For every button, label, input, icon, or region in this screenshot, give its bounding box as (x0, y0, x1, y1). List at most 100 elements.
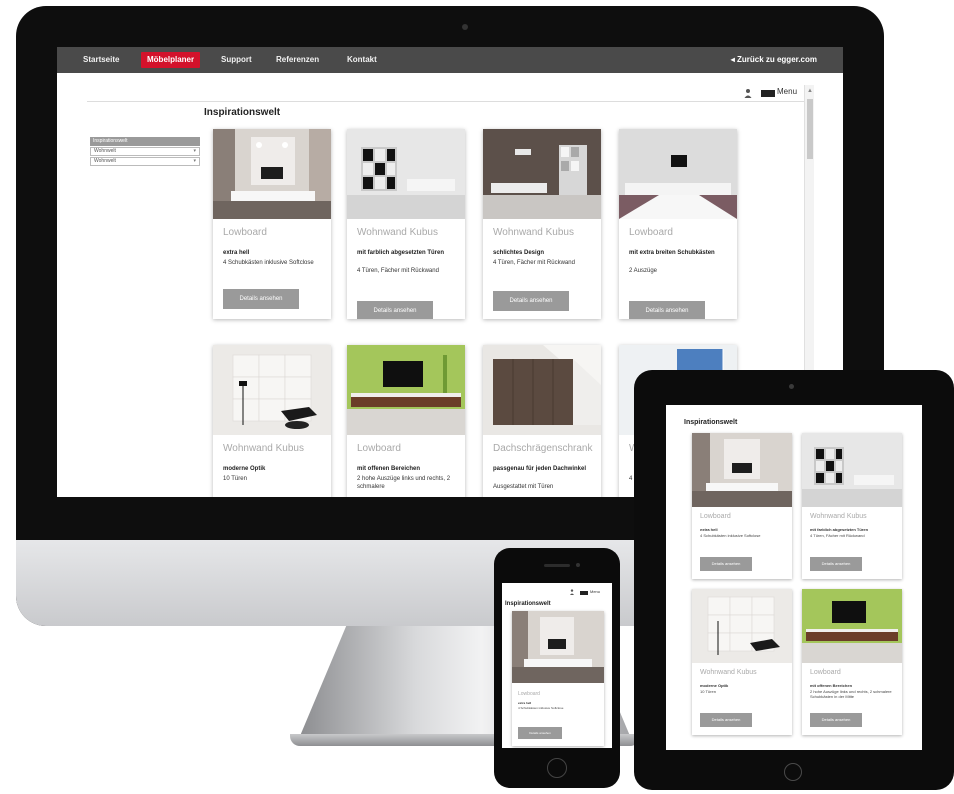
menu-label[interactable]: Menu (590, 589, 600, 594)
filter-select-2-value: Wohnwelt (94, 158, 116, 164)
card-title: Wohnwand Kubus (810, 513, 867, 520)
nav-item-startseite[interactable]: Startseite (77, 47, 125, 73)
card-subtitle: mit farblich abgesetzten Türen (357, 250, 445, 256)
card-title: Lowboard (700, 513, 731, 520)
phone-product-card[interactable]: Lowboard extra hell 4 Schubkästen inklus… (512, 611, 604, 746)
header-divider (87, 101, 813, 102)
phone-camera (576, 563, 580, 567)
card-subtitle: mit extra breiten Schubkästen (629, 250, 715, 256)
nav-item-kontakt[interactable]: Kontakt (341, 47, 383, 73)
device-showcase: Startseite Möbelplaner Support Referenze… (0, 0, 954, 794)
card-subtitle: passgenau für jeden Dachwinkel (493, 466, 587, 472)
card-subtitle: moderne Optik (700, 683, 729, 688)
card-title: Lowboard (223, 227, 267, 238)
card-description: 4 Schubkästen inklusive Softclose (223, 260, 314, 266)
card-description: 2 hohe Auszüge links und rechts, 2 schma… (810, 689, 892, 699)
nav-item-support[interactable]: Support (215, 47, 258, 73)
card-subtitle: extra hell (223, 250, 250, 256)
filter-select-1-value: Wohnwelt (94, 148, 116, 154)
details-button[interactable]: Details ansehen (810, 713, 862, 727)
details-button[interactable]: Details ansehen (629, 301, 705, 319)
menu-label[interactable]: Menu (777, 87, 797, 96)
nav-item-referenzen[interactable]: Referenzen (270, 47, 325, 73)
menu-icon[interactable] (761, 90, 775, 97)
card-image-lowboard-wide (619, 129, 737, 219)
card-description: 2 hohe Auszüge links und rechts, 2 schma… (357, 476, 451, 490)
card-description: 2 Auszüge (629, 268, 658, 274)
card-subtitle: extra hell (700, 527, 718, 532)
tablet-card-image-kubus-white (692, 589, 792, 663)
details-button[interactable]: Details ansehen (223, 289, 299, 309)
tablet-product-card[interactable]: Wohnwand Kubus moderne Optik 10 Türen De… (692, 589, 792, 735)
card-image-lowboard-green (347, 345, 465, 435)
scroll-up-icon[interactable]: ▲ (807, 87, 813, 95)
card-title: Lowboard (810, 669, 841, 676)
tablet-page-title: Inspirationswelt (684, 419, 738, 426)
tablet-card-image-lowboard-white (692, 433, 792, 507)
card-description: 4 Türen, Fächer mit Rückwand (810, 533, 865, 538)
tablet-screen: Inspirationswelt Lowboard extra hell 4 S… (666, 405, 922, 750)
filter-select-1[interactable]: Wohnwelt ▾ (90, 147, 200, 156)
user-icon[interactable] (744, 88, 752, 98)
tablet-camera (789, 384, 794, 389)
imac-camera (462, 24, 468, 30)
product-card[interactable]: Lowboard mit extra breiten Schubkästen 2… (619, 129, 737, 319)
product-card[interactable]: Dachschrägenschrank passgenau für jeden … (483, 345, 601, 497)
main-navbar: Startseite Möbelplaner Support Referenze… (57, 47, 843, 73)
product-card[interactable]: Wohnwand Kubus moderne Optik 10 Türen (213, 345, 331, 497)
card-description: 4 Schubkästen inklusive Softclose (518, 706, 564, 710)
card-subtitle: extra hell (518, 701, 532, 705)
tablet-product-card[interactable]: Lowboard extra hell 4 Schubkästen inklus… (692, 433, 792, 579)
tablet-product-card[interactable]: Wohnwand Kubus mit farblich abgesetzten … (802, 433, 902, 579)
card-description: Ausgestattet mit Türen (493, 484, 554, 490)
filter-select-2[interactable]: Wohnwelt ▾ (90, 157, 200, 166)
tablet-home-button[interactable] (784, 763, 802, 781)
details-button[interactable]: Details ansehen (810, 557, 862, 571)
filter-header: Inspirationswelt (90, 137, 200, 146)
card-title: Wohnwand Kubus (493, 227, 574, 238)
card-description: 10 Türen (700, 689, 716, 694)
card-subtitle: mit offenen Bereichen (810, 683, 853, 688)
product-card[interactable]: Wohnwand Kubus schlichtes Design 4 Türen… (483, 129, 601, 319)
details-button[interactable]: Details ansehen (518, 727, 562, 739)
card-description: 4 Türen, Fächer mit Rückwand (493, 260, 575, 266)
chevron-down-icon: ▾ (193, 148, 196, 154)
phone-home-button[interactable] (547, 758, 567, 778)
card-subtitle: mit offenen Bereichen (357, 466, 421, 472)
card-title: Lowboard (357, 443, 401, 454)
back-link-label: Zurück zu egger.com (736, 55, 817, 64)
phone-page-title: Inspirationswelt (505, 601, 551, 607)
card-title: Wohnwand Kubus (223, 443, 304, 454)
tablet-card-image-lowboard-green (802, 589, 902, 663)
product-card[interactable]: Lowboard extra hell 4 Schubkästen inklus… (213, 129, 331, 319)
card-title: Dachschrägenschrank (493, 443, 593, 454)
details-button[interactable]: Details ansehen (493, 291, 569, 311)
card-title: Wohnwand Kubus (700, 669, 757, 676)
phone-card-image-lowboard-white (512, 611, 604, 683)
card-description: 4 Türen, Fächer mit Rückwand (357, 268, 439, 274)
tablet-product-card[interactable]: Lowboard mit offenen Bereichen 2 hohe Au… (802, 589, 902, 735)
card-subtitle: mit farblich abgesetzten Türen (810, 527, 869, 532)
card-subtitle: schlichtes Design (493, 250, 545, 256)
nav-item-moebelplaner[interactable]: Möbelplaner (141, 52, 201, 68)
card-title: Wohnwand Kubus (357, 227, 438, 238)
card-description: 4 Schubkästen inklusive Softclose (700, 533, 761, 538)
card-title: Lowboard (629, 227, 673, 238)
card-image-kubus-dark-wall (483, 129, 601, 219)
scroll-thumb[interactable] (807, 99, 813, 159)
back-link[interactable]: ◂ Zurück zu egger.com (731, 47, 817, 73)
details-button[interactable]: Details ansehen (357, 301, 433, 319)
user-icon[interactable] (570, 589, 574, 595)
details-button[interactable]: Details ansehen (700, 557, 752, 571)
card-title: Lowboard (518, 691, 540, 697)
card-image-lowboard-white (213, 129, 331, 219)
product-card[interactable]: Wohnwand Kubus mit farblich abgesetzten … (347, 129, 465, 319)
card-image-dachschraege (483, 345, 601, 435)
phone-screen: Menu Inspirationswelt Lowboard extra hel… (502, 583, 612, 748)
product-card[interactable]: Lowboard mit offenen Bereichen 2 hohe Au… (347, 345, 465, 497)
menu-icon[interactable] (580, 591, 588, 595)
chevron-down-icon: ▾ (193, 158, 196, 164)
card-image-kubus-black (347, 129, 465, 219)
card-subtitle: moderne Optik (223, 466, 266, 472)
details-button[interactable]: Details ansehen (700, 713, 752, 727)
